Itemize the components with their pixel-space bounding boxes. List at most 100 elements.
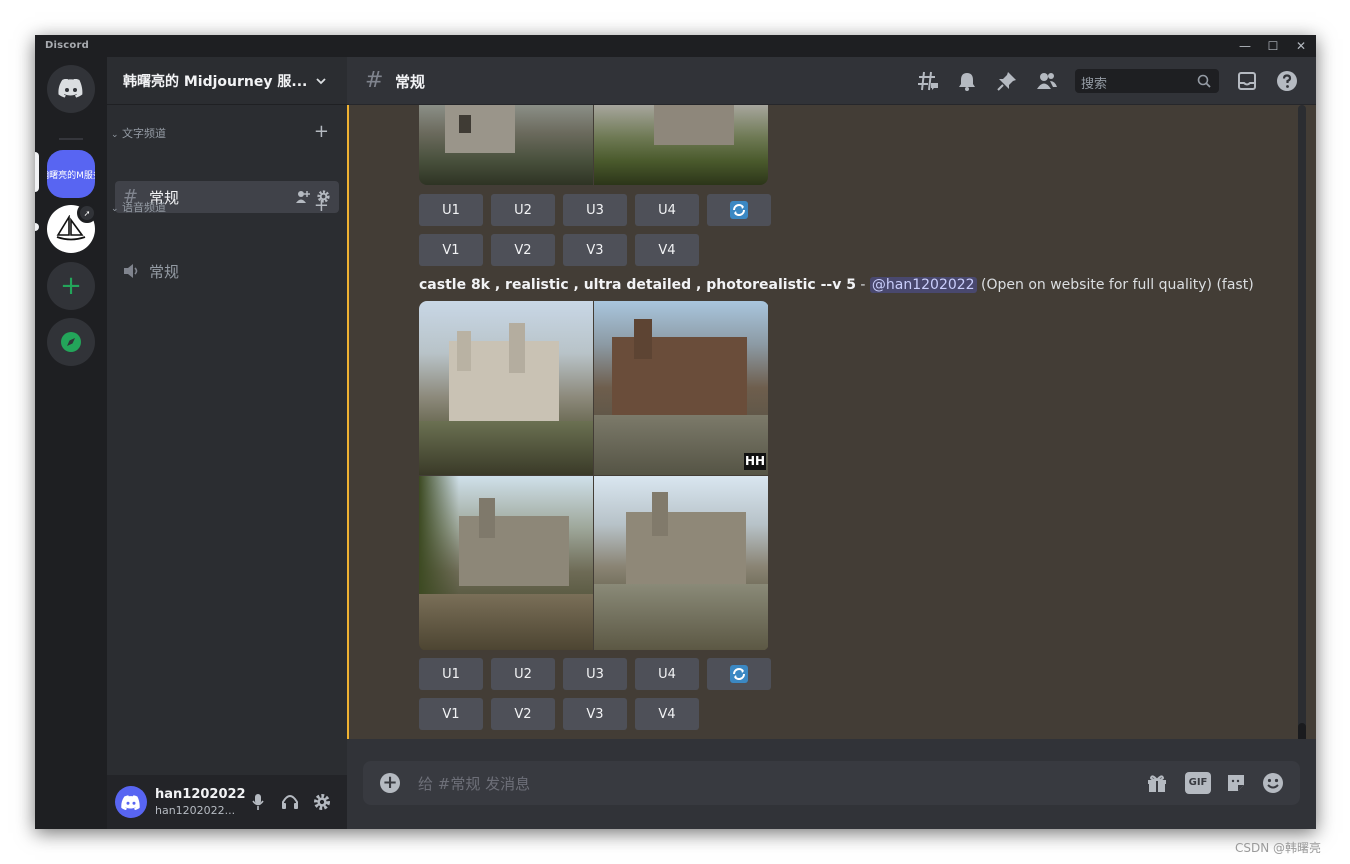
watermark: HH <box>744 453 766 470</box>
variation-button[interactable]: V3 <box>563 234 627 266</box>
minimize-button[interactable]: — <box>1237 38 1253 54</box>
upscale-button[interactable]: U3 <box>563 658 627 690</box>
discord-logo-icon <box>121 794 140 810</box>
variation-button[interactable]: V4 <box>635 234 699 266</box>
upscale-button[interactable]: U4 <box>635 658 699 690</box>
microphone-icon[interactable] <box>251 793 265 811</box>
maximize-button[interactable]: ☐ <box>1265 38 1281 54</box>
previous-image-cell-3[interactable] <box>419 105 593 185</box>
variation-button[interactable]: V2 <box>491 234 555 266</box>
variation-button[interactable]: V4 <box>635 698 699 730</box>
compass-icon <box>61 332 81 352</box>
tower-shape <box>634 319 652 359</box>
upscale-button[interactable]: U2 <box>491 658 555 690</box>
hill-shape <box>419 421 593 475</box>
search-placeholder: 搜索 <box>1081 77 1108 92</box>
close-button[interactable]: ✕ <box>1293 38 1309 54</box>
search-box[interactable]: 搜索 <box>1075 69 1219 93</box>
scrollbar-thumb[interactable] <box>1298 723 1306 739</box>
rocket-icon: ➚ <box>83 208 91 218</box>
home-button[interactable] <box>47 65 95 113</box>
user-tag: han1202022... <box>155 804 236 817</box>
variation-button[interactable]: V3 <box>563 698 627 730</box>
channel-general-voice[interactable]: 常规 <box>115 255 339 287</box>
previous-image-cell-4[interactable] <box>594 105 768 185</box>
message-list: U1 U2 U3 U4 V1 V2 V3 V4 castle 8k , real… <box>347 105 1316 739</box>
username: han1202022 <box>155 787 246 802</box>
pinned-messages-button[interactable] <box>995 69 1019 93</box>
title-bar: Discord — ☐ ✕ <box>35 35 1316 57</box>
image-grid[interactable]: HH <box>419 301 769 651</box>
tower-shape <box>509 323 525 373</box>
castle-shape <box>459 516 569 586</box>
headphones-icon[interactable] <box>281 793 299 811</box>
add-server-button[interactable]: + <box>47 262 95 310</box>
message-composer[interactable]: + 给 #常规 发消息 GIF <box>363 761 1300 805</box>
category-chevron-icon: ⌄ <box>111 130 119 140</box>
cliff-shape <box>594 415 768 475</box>
server-icon-hanshuliang[interactable]: 翰曙亮的M服务 <box>47 150 95 198</box>
refresh-icon <box>730 665 748 683</box>
threads-icon <box>918 71 938 91</box>
message-content: castle 8k , realistic , ultra detailed ,… <box>419 277 1254 293</box>
add-text-channel-button[interactable]: + <box>314 123 329 141</box>
user-panel: han1202022 han1202022... <box>107 775 347 829</box>
add-voice-channel-button[interactable]: + <box>314 197 329 215</box>
explore-servers-button[interactable] <box>47 318 95 366</box>
app-brand: Discord <box>45 40 89 51</box>
inbox-button[interactable] <box>1235 69 1259 93</box>
message-input[interactable]: 给 #常规 发消息 <box>418 773 530 794</box>
csdn-credit: CSDN @韩曙亮 <box>1235 841 1322 855</box>
server-rail: 翰曙亮的M服务 ➚ + <box>35 57 107 829</box>
castle-shape <box>654 105 734 145</box>
tower-shape <box>652 492 668 536</box>
category-text-channels[interactable]: ⌄ 文字频道 <box>111 125 166 141</box>
upscale-button[interactable]: U4 <box>635 194 699 226</box>
channel-header: # 常规 搜索 <box>347 57 1316 105</box>
upscale-button[interactable]: U1 <box>419 658 483 690</box>
variation-button[interactable]: V2 <box>491 698 555 730</box>
separator-text: - <box>855 277 870 293</box>
server-icon-midjourney[interactable]: ➚ <box>47 203 97 253</box>
invite-member-icon[interactable] <box>295 189 311 205</box>
castle-shape <box>626 512 746 584</box>
guild-name: 韩曙亮的 Midjourney 服... <box>123 74 308 90</box>
search-icon <box>1197 74 1211 88</box>
category-voice-channels[interactable]: ⌄ 语音频道 <box>111 199 166 215</box>
castle-shape <box>445 105 515 153</box>
reroll-button[interactable] <box>707 194 771 226</box>
image-cell-3[interactable] <box>419 476 593 650</box>
help-button[interactable] <box>1275 69 1299 93</box>
avatar[interactable] <box>115 786 147 818</box>
image-cell-4[interactable] <box>594 476 768 650</box>
member-list-button[interactable] <box>1035 69 1059 93</box>
category-chevron-icon: ⌄ <box>111 204 119 214</box>
category-label: 文字频道 <box>122 127 167 140</box>
image-cell-1[interactable] <box>419 301 593 475</box>
user-settings-gear-icon[interactable] <box>313 793 331 811</box>
speaker-icon <box>124 264 138 278</box>
upscale-button[interactable]: U1 <box>419 194 483 226</box>
reroll-button[interactable] <box>707 658 771 690</box>
quality-note: (Open on website for full quality) (fast… <box>976 277 1254 293</box>
upscale-button[interactable]: U2 <box>491 194 555 226</box>
inbox-icon <box>1238 72 1256 90</box>
sticker-icon[interactable] <box>1225 772 1247 794</box>
chat-scrollbar[interactable] <box>1298 105 1306 739</box>
bell-icon <box>959 73 975 91</box>
selected-indicator <box>35 152 39 192</box>
variation-button[interactable]: V1 <box>419 698 483 730</box>
image-cell-2[interactable]: HH <box>594 301 768 475</box>
user-mention[interactable]: @han1202022 <box>869 277 977 293</box>
upload-plus-button[interactable]: + <box>380 773 400 793</box>
gif-button[interactable]: GIF <box>1185 772 1211 794</box>
threads-button[interactable] <box>916 69 940 93</box>
guild-header[interactable]: 韩曙亮的 Midjourney 服... <box>107 57 347 105</box>
variation-button[interactable]: V1 <box>419 234 483 266</box>
refresh-icon <box>730 201 748 219</box>
tower-shape <box>479 498 495 538</box>
emoji-icon[interactable] <box>1261 771 1285 795</box>
upscale-button[interactable]: U3 <box>563 194 627 226</box>
notification-settings-button[interactable] <box>955 69 979 93</box>
gift-icon[interactable] <box>1146 772 1168 794</box>
